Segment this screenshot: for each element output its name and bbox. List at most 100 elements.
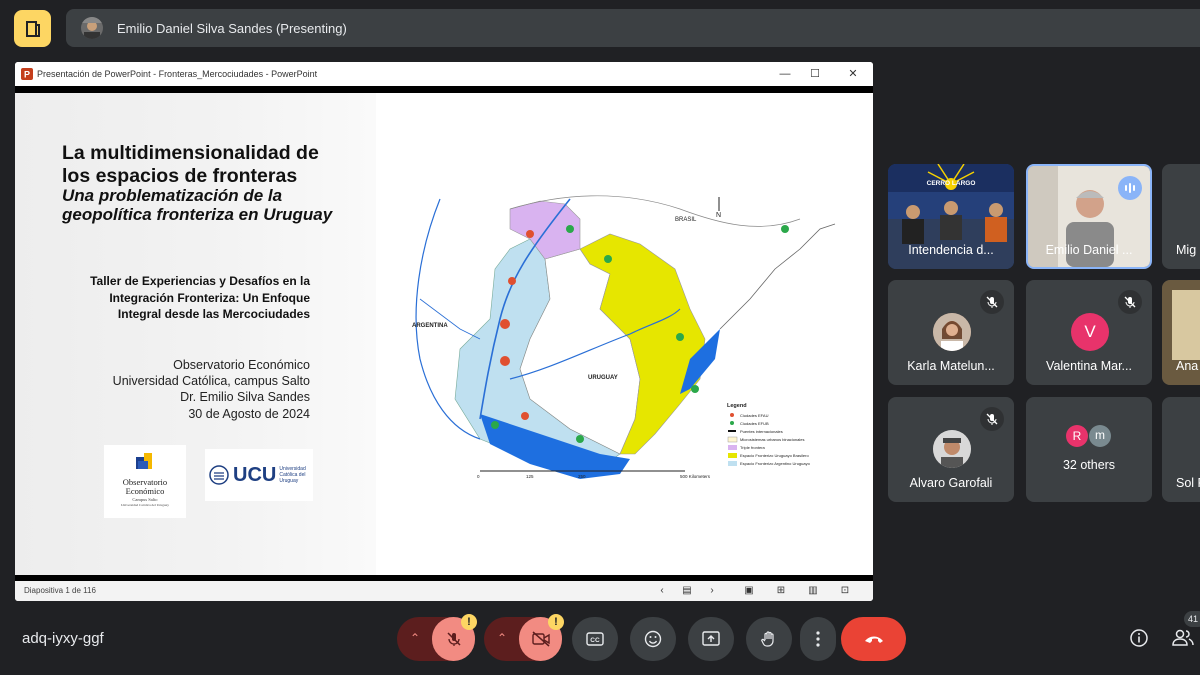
- normal-view-icon[interactable]: ▣: [743, 585, 755, 597]
- slide-sorter-icon[interactable]: ⊞: [775, 585, 787, 597]
- ppt-window-title: Presentación de PowerPoint - Fronteras_M…: [37, 69, 318, 79]
- info-line3: Dr. Emilio Silva Sandes: [180, 390, 310, 404]
- observatorio-logo-mark: [136, 453, 152, 469]
- workshop-line1: Taller de Experiencias y Desafíos en la: [90, 274, 310, 288]
- workshop-line2: Integración Fronteriza: Un Enfoque: [109, 291, 310, 305]
- camera-warning-icon: !: [548, 614, 564, 630]
- avatar-m: m: [1089, 425, 1111, 447]
- mic-options-chevron-icon[interactable]: ⌃: [407, 631, 423, 647]
- legend-item-3: Microsistemas urbanos binacionales: [740, 437, 804, 442]
- legend-item-5: Espacio Fronterizo Uruguayo Brasilero: [740, 453, 809, 458]
- observatorio-logo-line3: Campus Salto: [132, 497, 158, 502]
- legend-item-0: Ciudades EFAU: [740, 413, 769, 418]
- participant-tile-intendencia[interactable]: CERRO LARGO Intendencia d...: [888, 164, 1014, 269]
- layout-icon: [25, 20, 40, 37]
- ppt-titlebar: P Presentación de PowerPoint - Fronteras…: [15, 62, 873, 86]
- brazil-coast: [719, 223, 836, 330]
- maximize-button[interactable]: ☐: [807, 66, 823, 82]
- avatar-alvaro: [933, 430, 971, 468]
- participant-tile-others[interactable]: R m 32 others: [1026, 397, 1152, 502]
- slide-subtitle-line2: geopolítica fronteriza en Uruguay: [62, 205, 333, 224]
- slide-title-line2: los espacios de fronteras: [62, 165, 298, 187]
- scale-125: 125: [526, 474, 534, 479]
- info-line2: Universidad Católica, campus Salto: [112, 374, 310, 388]
- present-screen-icon: [702, 631, 720, 646]
- close-button[interactable]: ✕: [845, 66, 861, 82]
- slide-title-line1: La multidimensionalidad de: [62, 142, 319, 164]
- leave-call-button[interactable]: [841, 617, 906, 661]
- present-button[interactable]: [688, 617, 734, 661]
- powerpoint-window[interactable]: P Presentación de PowerPoint - Fronteras…: [15, 62, 873, 601]
- legend-item-4: Triple frontera: [740, 445, 766, 450]
- mic-warning-icon: !: [461, 614, 477, 630]
- observatorio-logo-line2: Económico: [125, 486, 165, 496]
- more-options-button[interactable]: [800, 617, 836, 661]
- presenter-bar[interactable]: Emilio Daniel Silva Sandes (Presenting): [66, 9, 1200, 47]
- scale-500: 500 Kilometers: [680, 474, 711, 479]
- label-argentina: ARGENTINA: [412, 323, 448, 329]
- participant-name: Valentina Mar...: [1046, 359, 1132, 373]
- tributary: [419, 298, 481, 340]
- participant-tile-ana[interactable]: Ana: [1162, 280, 1200, 385]
- reading-view-icon[interactable]: ▥: [807, 585, 819, 597]
- info-icon: [1130, 629, 1148, 647]
- meeting-code: adq-iyxy-ggf: [22, 630, 104, 647]
- legend-item-1: Ciudades EFUB: [740, 421, 769, 426]
- avatar-r: R: [1066, 425, 1088, 447]
- scale-0: 0: [477, 474, 480, 479]
- participant-tile-sol[interactable]: Sol R: [1162, 397, 1200, 502]
- ucu-logo-mark: [209, 465, 229, 485]
- participant-count-badge: 41: [1184, 611, 1200, 627]
- participant-name: Alvaro Garofali: [909, 476, 993, 490]
- workshop-line3: Integral desde las Mercociudades: [117, 307, 310, 321]
- label-brasil: BRASIL: [675, 217, 697, 223]
- slideshow-icon[interactable]: ⊡: [839, 585, 851, 597]
- muted-mic-icon: [1118, 290, 1142, 314]
- participant-tile-valentina[interactable]: V Valentina Mar...: [1026, 280, 1152, 385]
- notes-icon[interactable]: ▤: [681, 585, 693, 597]
- captions-button[interactable]: CC: [572, 617, 618, 661]
- people-button[interactable]: [1172, 628, 1196, 648]
- minimize-button[interactable]: —: [777, 66, 793, 82]
- pin-layout-button[interactable]: [14, 10, 51, 47]
- closed-captions-icon: CC: [586, 632, 604, 646]
- participant-tile-karla[interactable]: Karla Matelun...: [888, 280, 1014, 385]
- legend-item-6: Espacio Fronterizo Argentino Uruguayo: [740, 461, 811, 466]
- hang-up-icon: [864, 636, 883, 643]
- ucu-logo-sub3: Uruguay: [279, 478, 299, 484]
- presenting-label: Emilio Daniel Silva Sandes (Presenting): [117, 20, 347, 36]
- info-line1: Observatorio Económico: [173, 358, 310, 372]
- avatar-karla: [933, 313, 971, 351]
- meeting-info-button[interactable]: [1129, 628, 1149, 648]
- raise-hand-button[interactable]: [746, 617, 792, 661]
- speaking-indicator-icon: [1118, 176, 1142, 200]
- muted-mic-icon: [980, 407, 1004, 431]
- participant-name: Karla Matelun...: [907, 359, 995, 373]
- muted-mic-icon: [980, 290, 1004, 314]
- presenter-avatar: [81, 17, 103, 39]
- powerpoint-icon: P: [21, 68, 33, 80]
- border-spaces-map: BRASIL ARGENTINA URUGUAY N 0 125 250 500…: [412, 195, 836, 479]
- participant-name: Sol R: [1176, 476, 1200, 490]
- emoji-icon: [644, 630, 662, 648]
- map-legend: Legend Ciudades EFAU Ciudades EFUB Puent…: [727, 403, 811, 466]
- reactions-button[interactable]: [630, 617, 676, 661]
- observatorio-logo: Observatorio Económico Campus Salto Univ…: [104, 445, 186, 518]
- observatorio-logo-line4: Universidad Católica del Uruguay: [121, 503, 169, 507]
- label-uruguay: URUGUAY: [588, 375, 618, 381]
- participant-name: Emilio Daniel ...: [1045, 243, 1133, 257]
- prev-slide-icon[interactable]: ‹: [656, 585, 668, 597]
- participant-name: Ana: [1176, 359, 1199, 373]
- participant-tile-mig[interactable]: Mig: [1162, 164, 1200, 269]
- svg-text:P: P: [24, 70, 30, 80]
- participant-tile-alvaro[interactable]: Alvaro Garofali: [888, 397, 1014, 502]
- slide-subtitle-line1: Una problematización de la: [62, 186, 283, 205]
- participant-name: Mig: [1176, 243, 1197, 257]
- participant-tile-emilio[interactable]: Emilio Daniel ...: [1026, 164, 1152, 269]
- more-vert-icon: [816, 631, 820, 647]
- people-icon: [1172, 629, 1194, 646]
- avatar-valentina: V: [1071, 313, 1109, 351]
- north-arrow-label: N: [716, 212, 721, 219]
- next-slide-icon[interactable]: ›: [706, 585, 718, 597]
- camera-options-chevron-icon[interactable]: ⌃: [494, 631, 510, 647]
